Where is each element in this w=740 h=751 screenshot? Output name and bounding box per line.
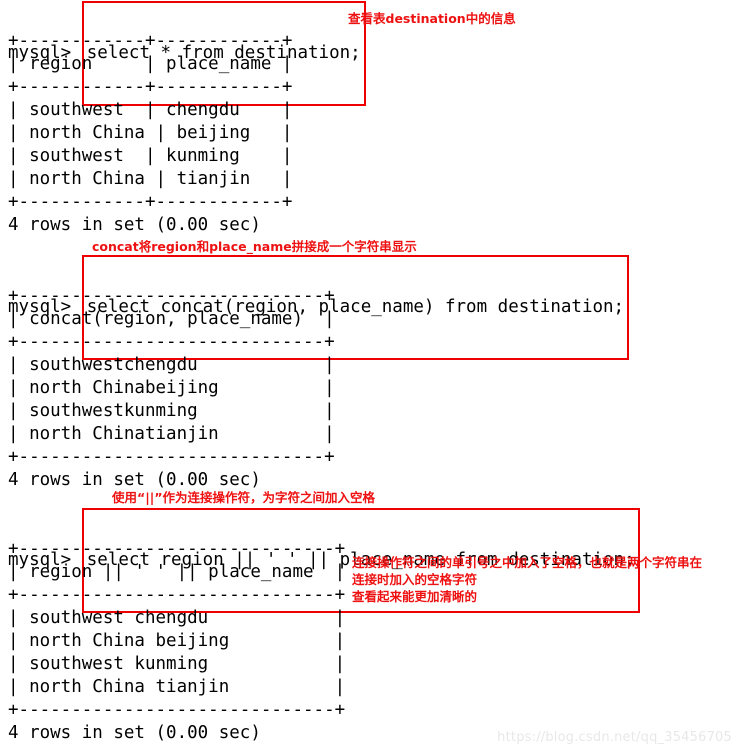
annotation-4-line-3: 查看起来能更加清晰的 <box>352 589 478 604</box>
table1-row-3: | southwest | kunming | <box>8 146 293 166</box>
table1-separator-top: +------------+------------+ <box>8 31 293 51</box>
table2-separator-top: +-----------------------------+ <box>8 286 335 306</box>
table3-header-row: | region || ' ' || place_name | <box>8 562 346 582</box>
table1-header-row: | region | place_name | <box>8 54 293 74</box>
table1-row-1: | southwest | chengdu | <box>8 100 293 120</box>
table1-row-2: | north China | beijing | <box>8 123 293 143</box>
annotation-4-line-1: 连接操作符之间的单引号之中加入了空格，也就是两个字符串在 <box>352 555 703 570</box>
table3-separator-mid: +------------------------------+ <box>8 585 346 605</box>
mysql-terminal-output: mysql> select * from destination; 查看表des… <box>0 0 740 751</box>
annotation-1: 查看表destination中的信息 <box>348 11 516 26</box>
table2-separator-bottom: +-----------------------------+ <box>8 447 335 467</box>
table1-separator-mid: +------------+------------+ <box>8 77 293 97</box>
table2-separator-mid: +-----------------------------+ <box>8 332 335 352</box>
table3-row-3: | southwest kunming | <box>8 654 346 674</box>
table2-header-row: | concat(region, place_name) | <box>8 309 335 329</box>
table3-status: 4 rows in set (0.00 sec) <box>8 723 261 743</box>
table3-separator-top: +------------------------------+ <box>8 539 346 559</box>
table3-row-4: | north China tianjin | <box>8 677 346 697</box>
table2-row-3: | southwestkunming | <box>8 401 335 421</box>
table3-separator-bottom: +------------------------------+ <box>8 700 346 720</box>
table2-row-4: | north Chinatianjin | <box>8 424 335 444</box>
table2-row-1: | southwestchengdu | <box>8 355 335 375</box>
annotation-4-line-2: 连接时加入的空格字符 <box>352 572 478 587</box>
table3-row-2: | north China beijing | <box>8 631 346 651</box>
table1-separator-bottom: +------------+------------+ <box>8 192 293 212</box>
annotation-3: 使用“||”作为连接操作符，为字符之间加入空格 <box>112 490 376 505</box>
table1-status: 4 rows in set (0.00 sec) <box>8 215 261 235</box>
table2-row-2: | north Chinabeijing | <box>8 378 335 398</box>
annotation-2: concat将region和place_name拼接成一个字符串显示 <box>92 239 417 254</box>
watermark: https://blog.csdn.net/qq_35456705 <box>497 730 732 745</box>
table1-row-4: | north China | tianjin | <box>8 169 293 189</box>
table3-row-1: | southwest chengdu | <box>8 608 346 628</box>
